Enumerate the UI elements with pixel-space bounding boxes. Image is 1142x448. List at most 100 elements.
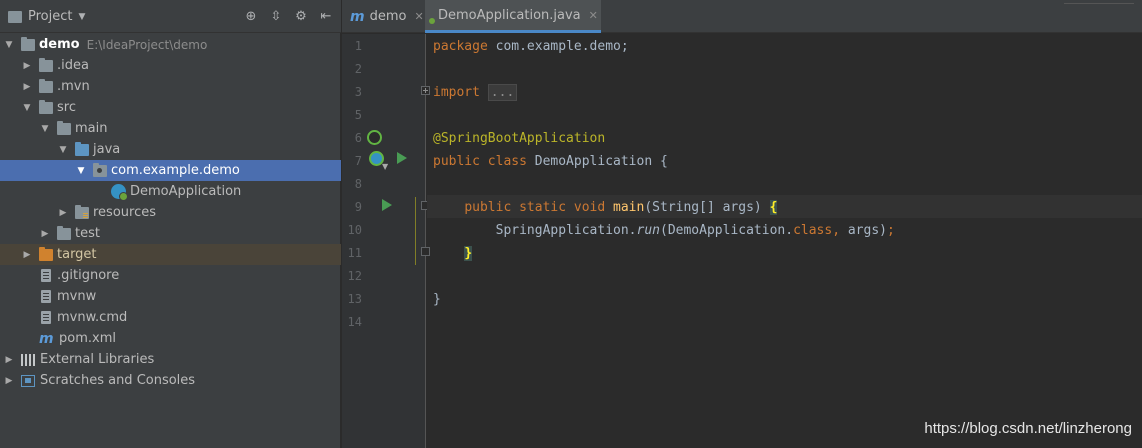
code-line-6: @SpringBootApplication (433, 131, 606, 146)
module-path: E:\IdeaProject\demo (86, 37, 208, 52)
expand-arrow-icon[interactable]: ▼ (76, 166, 86, 176)
close-icon[interactable]: ✕ (414, 10, 423, 23)
chevron-down-icon: ▼ (78, 11, 86, 22)
line-number: 11 (347, 246, 362, 260)
expand-arrow-icon[interactable]: ▼ (4, 40, 14, 50)
tree-item-mvn[interactable]: ▶ .mvn (0, 76, 341, 97)
expand-arrow-icon[interactable]: ▼ (22, 103, 32, 113)
tree-item-label: mvnw (57, 289, 97, 304)
code-line-1: package com.example.demo; (433, 39, 629, 54)
collapse-all-icon[interactable]: ⇳ (269, 9, 283, 24)
code-line-9: public static void main(String[] args) { (464, 200, 778, 215)
tree-item-java[interactable]: ▼ java (0, 139, 341, 160)
code-editor[interactable]: package com.example.demo; import ... @Sp… (427, 34, 1142, 448)
tab-demo[interactable]: m demo ✕ (342, 0, 424, 33)
tab-demoapplication-java[interactable]: DemoApplication.java ✕ (425, 0, 601, 33)
tree-item-label: test (75, 226, 100, 241)
tree-item-external-libraries[interactable]: ▶ External Libraries (0, 349, 341, 370)
line-number: 9 (354, 200, 362, 214)
settings-gear-icon[interactable]: ⚙ (294, 9, 308, 24)
line-number: 14 (347, 315, 362, 329)
libraries-icon (21, 353, 35, 366)
run-icon[interactable] (397, 152, 407, 164)
collapse-arrow-icon[interactable]: ▶ (22, 82, 32, 92)
tree-item-test[interactable]: ▶ test (0, 223, 341, 244)
project-panel-title: Project (28, 9, 73, 24)
chevron-down-icon: ▼ (382, 162, 389, 171)
collapse-arrow-icon[interactable]: ▶ (58, 208, 68, 218)
tree-item-label: src (57, 100, 76, 115)
tab-label: DemoApplication.java (438, 7, 581, 23)
tree-item-gitignore[interactable]: .gitignore (0, 265, 341, 286)
tree-item-pom[interactable]: m pom.xml (0, 328, 341, 349)
collapse-arrow-icon[interactable]: ▶ (4, 355, 14, 365)
tree-item-label: resources (93, 205, 157, 220)
line-number: 3 (354, 85, 362, 99)
tree-item-package[interactable]: ▼ com.example.demo (0, 160, 341, 181)
tab-label: demo (369, 9, 407, 24)
code-line-13: } (433, 292, 441, 307)
tree-item-label: target (57, 247, 97, 262)
tree-item-label: java (93, 142, 121, 157)
tree-item-label: .gitignore (57, 268, 120, 283)
matched-block-marker (415, 197, 416, 265)
folded-imports[interactable]: ... (487, 84, 518, 101)
project-panel-icon (8, 10, 22, 23)
line-number: 10 (347, 223, 362, 237)
editor-tab-bar: m demo ✕ DemoApplication.java ✕ (342, 0, 1142, 33)
editor-area: m demo ✕ DemoApplication.java ✕ 1 2 3 5 … (342, 0, 1142, 448)
folder-icon (57, 225, 71, 240)
tree-item-target[interactable]: ▶ target (0, 244, 341, 265)
project-tool-window: Project ▼ ⊕ ⇳ ⚙ ⇤ ▼ demo E:\IdeaProject\… (0, 0, 341, 448)
text-file-icon (41, 269, 51, 282)
tree-item-label: main (75, 121, 108, 136)
watermark-text: https://blog.csdn.net/linzherong (924, 420, 1132, 437)
tree-item-label: demo (39, 37, 80, 52)
run-icon[interactable] (382, 199, 392, 211)
tree-item-mvnw[interactable]: mvnw (0, 286, 341, 307)
folder-icon (39, 99, 53, 114)
spring-bean-gutter-icon[interactable] (367, 130, 382, 145)
tree-item-idea[interactable]: ▶ .idea (0, 55, 341, 76)
tree-item-main[interactable]: ▼ main (0, 118, 341, 139)
tree-item-label: pom.xml (59, 331, 116, 346)
collapse-arrow-icon[interactable]: ▶ (22, 250, 32, 260)
collapse-arrow-icon[interactable]: ▶ (22, 61, 32, 71)
locate-icon[interactable]: ⊕ (244, 9, 258, 24)
line-number: 6 (354, 131, 362, 145)
expand-arrow-icon[interactable]: ▼ (58, 145, 68, 155)
close-icon[interactable]: ✕ (589, 9, 598, 22)
text-file-icon (41, 290, 51, 303)
hide-panel-icon[interactable]: ⇤ (319, 9, 333, 24)
tree-item-label: .mvn (57, 79, 90, 94)
code-line-10: SpringApplication.run(DemoApplication.cl… (495, 223, 895, 238)
line-number: 1 (354, 39, 362, 53)
tree-item-label: External Libraries (40, 352, 155, 367)
tree-item-mvnw-cmd[interactable]: mvnw.cmd (0, 307, 341, 328)
matched-brace: { (769, 200, 778, 215)
line-number: 8 (354, 177, 362, 191)
folder-icon (39, 57, 53, 72)
tree-item-label: mvnw.cmd (57, 310, 128, 325)
folder-icon (57, 120, 71, 135)
tree-item-label: DemoApplication (130, 184, 242, 199)
tree-item-resources[interactable]: ▶ resources (0, 202, 341, 223)
collapse-arrow-icon[interactable]: ▶ (4, 376, 14, 386)
tree-item-demo[interactable]: ▼ demo E:\IdeaProject\demo (0, 34, 341, 55)
tree-item-scratches[interactable]: ▶ Scratches and Consoles (0, 370, 341, 391)
line-number: 5 (354, 108, 362, 122)
line-number: 2 (354, 62, 362, 76)
expand-arrow-icon[interactable]: ▼ (40, 124, 50, 134)
code-line-7: public class DemoApplication { (433, 154, 668, 169)
resources-folder-icon (75, 204, 89, 219)
tree-item-label: .idea (57, 58, 89, 73)
tree-item-label: com.example.demo (111, 163, 240, 178)
project-view-selector[interactable]: Project ▼ (8, 9, 85, 24)
collapse-arrow-icon[interactable]: ▶ (40, 229, 50, 239)
package-icon (93, 162, 107, 177)
matched-brace: } (464, 246, 473, 261)
tree-item-demoapplication[interactable]: DemoApplication (0, 181, 341, 202)
tree-item-src[interactable]: ▼ src (0, 97, 341, 118)
line-number: 13 (347, 292, 362, 306)
line-number: 7 (354, 154, 362, 168)
